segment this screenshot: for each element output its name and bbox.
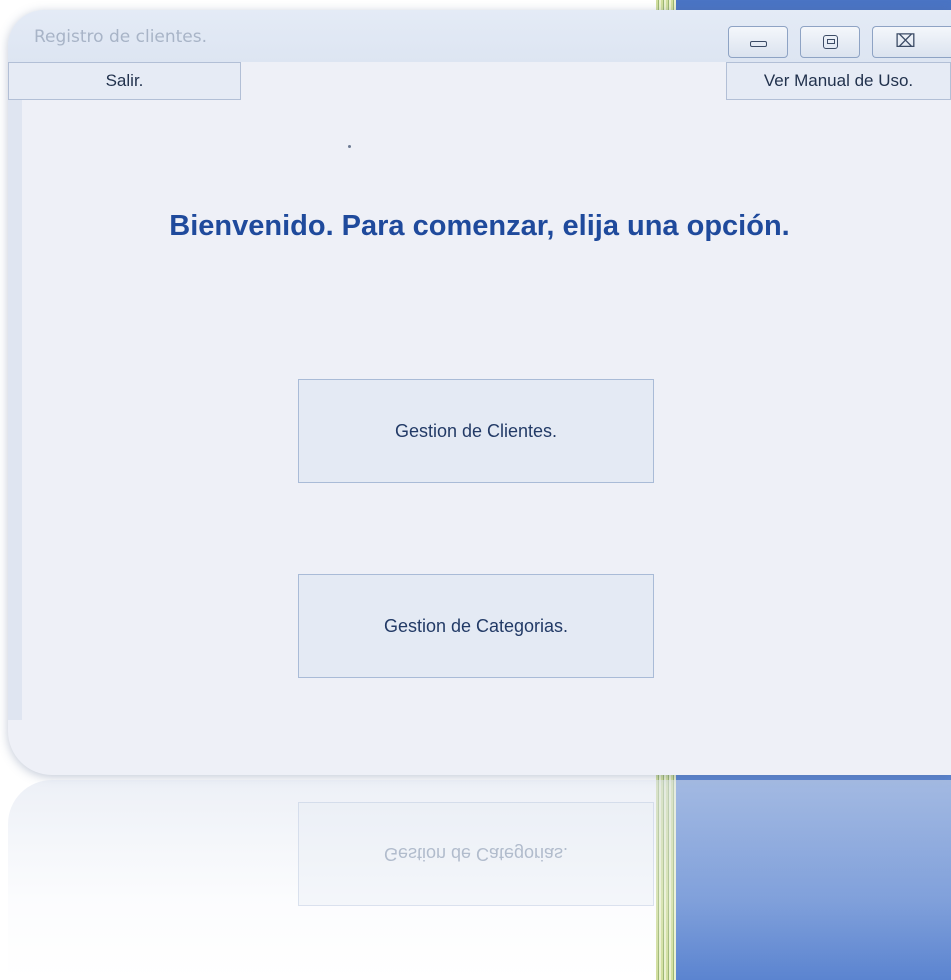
window-title: Registro de clientes. [34, 27, 208, 47]
app-window: Registro de clientes. ⌧ Salir. Ver Manua… [8, 10, 951, 775]
maximize-button[interactable] [800, 26, 860, 58]
minimize-icon [750, 41, 767, 47]
maximize-icon [823, 35, 838, 49]
minimize-button[interactable] [728, 26, 788, 58]
exit-button[interactable]: Salir. [8, 62, 241, 100]
manage-categories-button[interactable]: Gestion de Categorias. [298, 574, 654, 678]
title-bar: Registro de clientes. ⌧ [8, 10, 951, 62]
user-manual-button[interactable]: Ver Manual de Uso. [726, 62, 951, 100]
close-icon: ⌧ [895, 31, 916, 52]
welcome-heading: Bienvenido. Para comenzar, elija una opc… [169, 210, 790, 242]
window-left-rail [8, 100, 22, 720]
close-button[interactable]: ⌧ [872, 26, 951, 58]
manage-clients-button[interactable]: Gestion de Clientes. [298, 379, 654, 483]
stray-dot [348, 145, 351, 148]
